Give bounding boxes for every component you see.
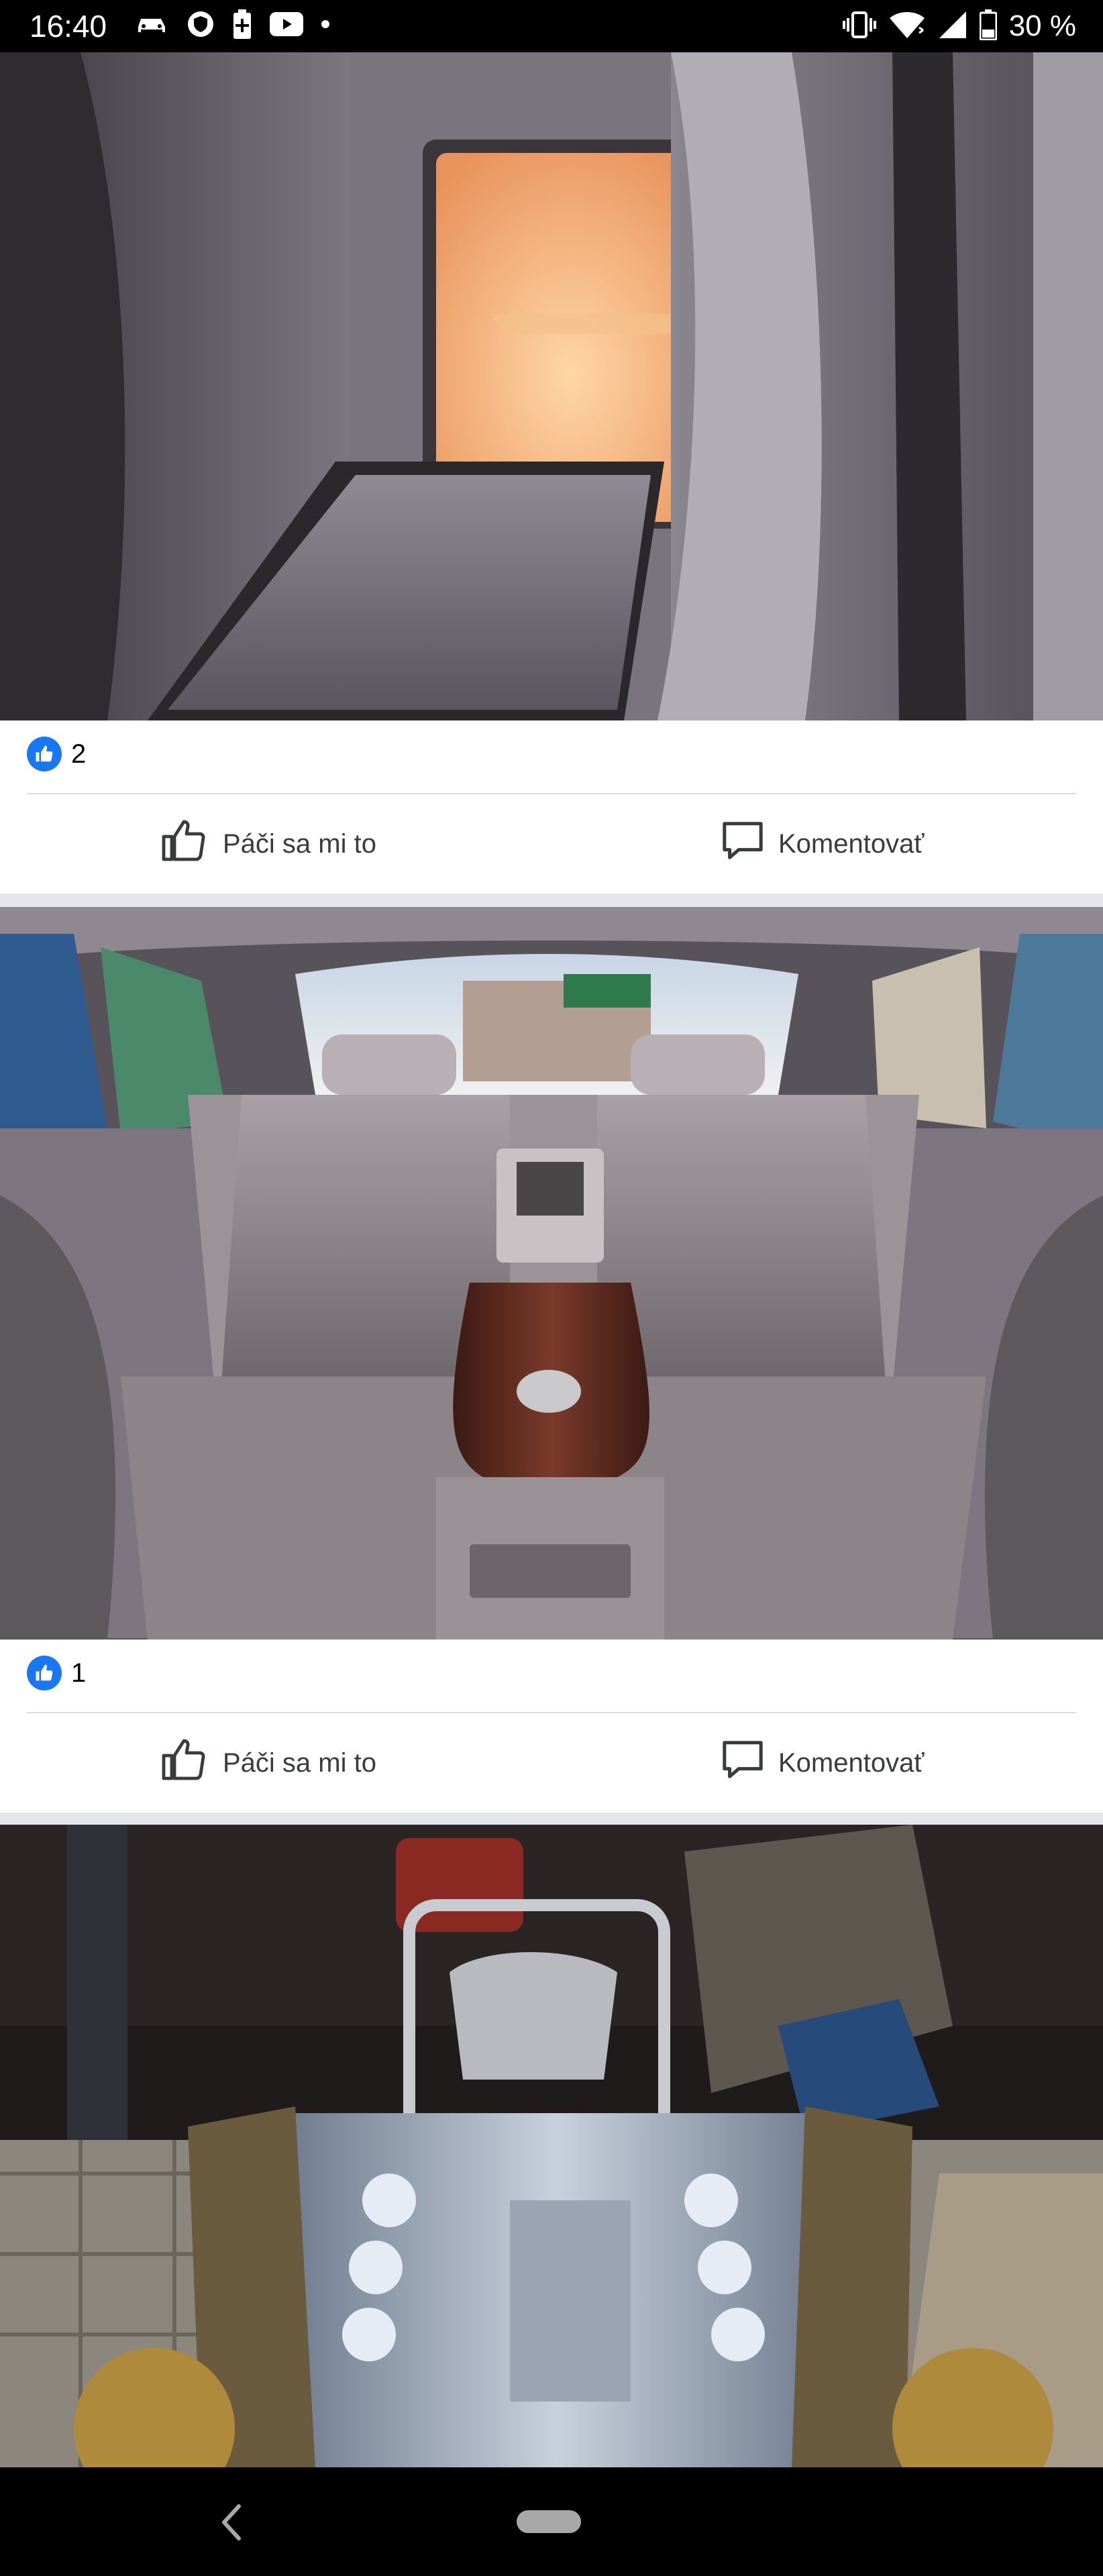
thumbs-up-icon xyxy=(161,1738,209,1788)
like-reaction-icon xyxy=(27,1656,62,1690)
car-icon xyxy=(134,12,169,40)
reaction-summary[interactable]: 2 xyxy=(27,720,86,788)
battery-percent: 30 % xyxy=(1008,9,1076,42)
notification-icons xyxy=(134,9,330,42)
signal-icon xyxy=(938,10,967,43)
status-time: 16:40 xyxy=(30,9,107,44)
post-photo-rear-seats[interactable] xyxy=(0,907,1103,1640)
dot-icon xyxy=(321,19,330,32)
system-icons: 30 % xyxy=(842,9,1076,44)
reaction-count: 1 xyxy=(71,1658,87,1688)
comment-button[interactable]: Komentovať xyxy=(721,804,924,884)
battery-icon xyxy=(979,9,998,44)
like-label: Páči sa mi to xyxy=(223,828,376,859)
post-photo-fridge[interactable] xyxy=(0,52,1103,720)
comment-button[interactable]: Komentovať xyxy=(721,1723,924,1803)
post-card-1: 2 Páči sa mi to Komentovať xyxy=(0,720,1103,894)
post-card-2: 1 Páči sa mi to Komentovať xyxy=(0,1640,1103,1813)
status-bar: 16:40 30 % xyxy=(0,0,1103,52)
comment-icon xyxy=(721,1738,765,1788)
like-button[interactable]: Páči sa mi to xyxy=(161,1723,376,1803)
reaction-count: 2 xyxy=(71,739,87,769)
youtube-icon xyxy=(270,11,303,40)
comment-label: Komentovať xyxy=(778,1748,925,1778)
back-icon[interactable] xyxy=(216,2502,246,2542)
like-reaction-icon xyxy=(27,737,62,771)
home-pill[interactable] xyxy=(517,2510,581,2533)
divider xyxy=(27,1712,1076,1713)
battery-saver-icon xyxy=(232,9,252,42)
reaction-summary[interactable]: 1 xyxy=(27,1640,86,1707)
like-label: Páči sa mi to xyxy=(223,1748,376,1778)
post-photo-engine[interactable] xyxy=(0,1825,1103,2467)
comment-icon xyxy=(721,819,765,869)
comment-label: Komentovať xyxy=(778,828,925,859)
feed-screen: 16:40 30 % 2 Páči sa mi to Komentovať 1 … xyxy=(0,0,1103,2576)
wifi-icon xyxy=(888,10,926,43)
divider xyxy=(27,793,1076,794)
like-button[interactable]: Páči sa mi to xyxy=(161,804,376,884)
thumbs-up-icon xyxy=(161,819,209,869)
vibrate-icon xyxy=(842,10,876,43)
shield-icon xyxy=(187,10,215,42)
